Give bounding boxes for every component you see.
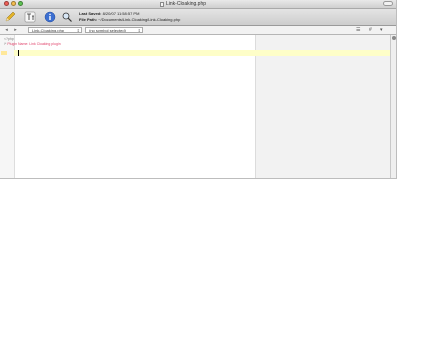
file-meta: Last Saved: 8/20/07 11:58:57 PM File Pat…	[79, 11, 180, 22]
text-icon[interactable]	[24, 11, 36, 23]
editor-window: Link-Cloaking.php Last Saved: 8/20/07 11…	[0, 0, 397, 179]
last-saved-label: Last Saved:	[79, 11, 102, 16]
split-view-button[interactable]: ▾	[380, 27, 383, 33]
code-editor[interactable]: <?php /* Plugin Name: Link Cloaking plug…	[0, 35, 391, 178]
back-button[interactable]: ◂	[3, 27, 10, 33]
window-title: Link-Cloaking.php	[166, 1, 207, 7]
title-bar[interactable]: Link-Cloaking.php	[0, 0, 396, 9]
scroll-thumb[interactable]	[392, 36, 396, 40]
pencil-icon[interactable]	[4, 11, 16, 23]
current-line-highlight	[14, 50, 390, 56]
minimize-window-button[interactable]	[11, 1, 16, 6]
current-line-marker	[1, 51, 7, 55]
file-popup-label: Link-Cloaking.php	[32, 28, 65, 33]
symbol-popup-label: (no symbol selected)	[89, 28, 126, 33]
last-saved-value: 8/20/07 11:58:57 PM	[102, 11, 140, 16]
text-cursor	[18, 50, 19, 56]
window-title-group: Link-Cloaking.php	[160, 0, 206, 8]
document-icon	[160, 1, 164, 7]
vertical-scrollbar[interactable]	[390, 35, 396, 178]
close-window-button[interactable]	[4, 1, 9, 6]
magnifier-icon[interactable]	[61, 11, 73, 23]
code-line-1: <?php	[4, 37, 14, 41]
code-comment: Plugin Name: Link Cloaking plugin	[7, 42, 61, 46]
navigation-bar: ◂ ▸ Link-Cloaking.php ⇕ (no symbol selec…	[0, 26, 396, 35]
code-token: <?php	[4, 37, 14, 41]
code-token: /*	[4, 42, 7, 46]
chevron-updown-icon: ⇕	[137, 28, 141, 33]
counterpart-button[interactable]: #	[369, 27, 372, 33]
forward-button[interactable]: ▸	[12, 27, 19, 33]
toolbar-toggle-button[interactable]	[383, 1, 393, 6]
code-line-2: /* Plugin Name: Link Cloaking plugin	[4, 42, 61, 46]
file-path-value: ~/Documents/Link-Cloaking/Link-Cloaking.…	[98, 16, 181, 22]
file-path-label: File Path:	[79, 16, 98, 22]
info-icon[interactable]	[44, 11, 56, 23]
chevron-updown-icon: ⇕	[76, 28, 80, 33]
file-popup[interactable]: Link-Cloaking.php ⇕	[28, 27, 82, 33]
symbol-popup[interactable]: (no symbol selected) ⇕	[85, 27, 143, 33]
zoom-window-button[interactable]	[18, 1, 23, 6]
line-number-gutter	[0, 35, 15, 178]
page-guide-area	[255, 35, 391, 178]
bookmarks-menu-button[interactable]: ☰	[356, 27, 360, 33]
toolbar: Last Saved: 8/20/07 11:58:57 PM File Pat…	[0, 9, 396, 26]
